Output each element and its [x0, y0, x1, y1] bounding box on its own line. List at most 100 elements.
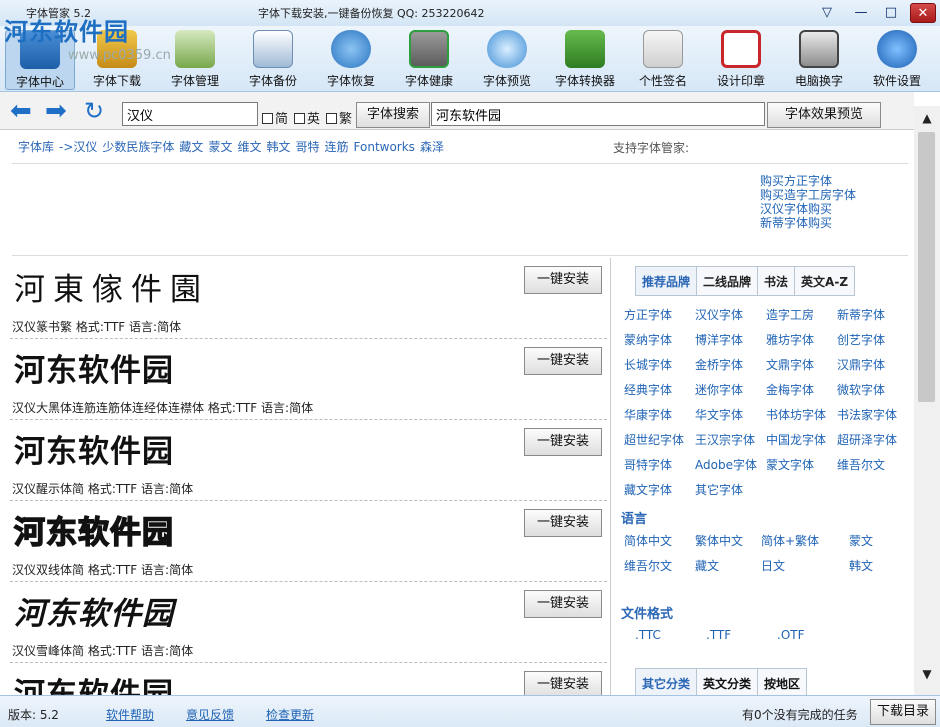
format-otf-link[interactable]: .OTF	[777, 628, 805, 642]
toolbar-settings[interactable]: 软件设置	[862, 30, 932, 90]
brand-link[interactable]: 超世纪字体	[624, 431, 684, 448]
toolbar-signature[interactable]: 个性签名	[628, 30, 698, 90]
category-uyghur[interactable]: 维文	[237, 140, 261, 154]
format-ttf-link[interactable]: .TTF	[706, 628, 731, 642]
check-update-link[interactable]: 检查更新	[266, 706, 314, 723]
install-button[interactable]: 一键安装	[524, 671, 602, 695]
category-korean[interactable]: 韩文	[266, 140, 290, 154]
language-link[interactable]: 日文	[761, 557, 785, 574]
toolbar-font-backup[interactable]: 字体备份	[238, 30, 308, 90]
tab-by-region[interactable]: 按地区	[757, 668, 808, 698]
forward-arrow-icon[interactable]: ➡	[45, 98, 75, 124]
english-checkbox[interactable]: 英	[294, 108, 320, 127]
language-link[interactable]: 维吾尔文	[624, 557, 672, 574]
brand-link[interactable]: 蒙纳字体	[624, 331, 672, 348]
install-button[interactable]: 一键安装	[524, 428, 602, 456]
buy-zikugongfang-link[interactable]: 购买造字工房字体	[760, 188, 856, 202]
font-preview-button[interactable]: 字体效果预览	[767, 102, 881, 128]
brand-link[interactable]: 创艺字体	[837, 331, 885, 348]
brand-link[interactable]: 雅坊字体	[766, 331, 814, 348]
toolbar-seal[interactable]: 设计印章	[706, 30, 776, 90]
category-tibetan[interactable]: 藏文	[179, 140, 203, 154]
toolbar-font-restore[interactable]: 字体恢复	[316, 30, 386, 90]
toolbar-font-health[interactable]: 字体健康	[394, 30, 464, 90]
brand-link[interactable]: 金桥字体	[695, 356, 743, 373]
preview-text-input[interactable]	[431, 102, 765, 126]
refresh-icon[interactable]: ↻	[84, 99, 114, 123]
simplified-checkbox[interactable]: 简	[262, 108, 288, 127]
brand-link[interactable]: 汉鼎字体	[837, 356, 885, 373]
brand-link[interactable]: 汉仪字体	[695, 306, 743, 323]
category-mongolian[interactable]: 蒙文	[208, 140, 232, 154]
brand-link[interactable]: 藏文字体	[624, 481, 672, 498]
tab-english-category[interactable]: 英文分类	[696, 668, 759, 698]
brand-link[interactable]: 博洋字体	[695, 331, 743, 348]
breadcrumb-hanyi[interactable]: ->汉仪	[59, 140, 97, 154]
brand-link[interactable]: 书法家字体	[837, 406, 897, 423]
category-fontworks[interactable]: Fontworks	[354, 140, 415, 154]
download-dir-button[interactable]: 下载目录	[870, 699, 936, 725]
category-minority[interactable]: 少数民族字体	[102, 140, 174, 154]
brand-link[interactable]: 长城字体	[624, 356, 672, 373]
format-ttc-link[interactable]: .TTC	[635, 628, 661, 642]
install-button[interactable]: 一键安装	[524, 347, 602, 375]
font-search-button[interactable]: 字体搜索	[356, 102, 430, 128]
tab-calligraphy[interactable]: 书法	[757, 266, 796, 296]
brand-link[interactable]: 新蒂字体	[837, 306, 885, 323]
buy-hanyi-link[interactable]: 汉仪字体购买	[760, 202, 856, 216]
brand-link[interactable]: 超研泽字体	[837, 431, 897, 448]
checkbox-box[interactable]	[326, 113, 337, 124]
install-button[interactable]: 一键安装	[524, 590, 602, 618]
category-morisawa[interactable]: 森泽	[420, 140, 444, 154]
brand-link[interactable]: 王汉宗字体	[695, 431, 755, 448]
brand-link[interactable]: 造字工房	[766, 306, 814, 323]
tab-recommended[interactable]: 推荐品牌	[635, 266, 698, 296]
language-link[interactable]: 简体中文	[624, 532, 672, 549]
buy-xindi-link[interactable]: 新蒂字体购买	[760, 216, 856, 230]
language-link[interactable]: 繁体中文	[695, 532, 743, 549]
tab-second-tier[interactable]: 二线品牌	[696, 266, 759, 296]
vertical-scrollbar[interactable]: ▲ ▼	[914, 106, 940, 696]
feedback-link[interactable]: 意见反馈	[186, 706, 234, 723]
toolbar-font-converter[interactable]: 字体转换器	[550, 30, 620, 90]
tab-other-category[interactable]: 其它分类	[635, 668, 698, 698]
brand-link[interactable]: 华康字体	[624, 406, 672, 423]
buy-founder-link[interactable]: 购买方正字体	[760, 174, 856, 188]
help-link[interactable]: 软件帮助	[106, 706, 154, 723]
traditional-checkbox[interactable]: 繁	[326, 108, 352, 127]
brand-link[interactable]: 中国龙字体	[766, 431, 826, 448]
brand-link[interactable]: 华文字体	[695, 406, 743, 423]
language-link[interactable]: 蒙文	[849, 532, 873, 549]
brand-link[interactable]: 哥特字体	[624, 456, 672, 473]
brand-link[interactable]: 经典字体	[624, 381, 672, 398]
checkbox-box[interactable]	[294, 113, 305, 124]
brand-link[interactable]: 蒙文字体	[766, 456, 814, 473]
back-arrow-icon[interactable]: ⬅	[10, 98, 40, 124]
scroll-thumb[interactable]	[918, 132, 935, 402]
brand-link[interactable]: 迷你字体	[695, 381, 743, 398]
tab-english-az[interactable]: 英文A-Z	[794, 266, 856, 296]
scroll-down-icon[interactable]: ▼	[914, 662, 940, 686]
brand-link[interactable]: Adobe字体	[695, 456, 757, 473]
search-input[interactable]	[122, 102, 258, 126]
brand-link[interactable]: 金梅字体	[766, 381, 814, 398]
language-link[interactable]: 藏文	[695, 557, 719, 574]
brand-link[interactable]: 其它字体	[695, 481, 743, 498]
install-button[interactable]: 一键安装	[524, 509, 602, 537]
brand-link[interactable]: 方正字体	[624, 306, 672, 323]
category-lianjin[interactable]: 连筋	[325, 140, 349, 154]
breadcrumb-font-library[interactable]: 字体库	[18, 140, 54, 154]
scroll-up-icon[interactable]: ▲	[914, 106, 940, 130]
language-link[interactable]: 简体+繁体	[761, 532, 819, 549]
language-link[interactable]: 韩文	[849, 557, 873, 574]
toolbar-pc-font[interactable]: 电脑换字	[784, 30, 854, 90]
brand-link[interactable]: 文鼎字体	[766, 356, 814, 373]
brand-link[interactable]: 书体坊字体	[766, 406, 826, 423]
toolbar-font-preview[interactable]: 字体预览	[472, 30, 542, 90]
brand-link[interactable]: 维吾尔文	[837, 456, 885, 473]
font-list-item: 河東傢件園 一键安装 汉仪篆书繁 格式:TTF 语言:简体	[10, 258, 607, 339]
checkbox-box[interactable]	[262, 113, 273, 124]
install-button[interactable]: 一键安装	[524, 266, 602, 294]
brand-link[interactable]: 微软字体	[837, 381, 885, 398]
category-gothic[interactable]: 哥特	[295, 140, 319, 154]
